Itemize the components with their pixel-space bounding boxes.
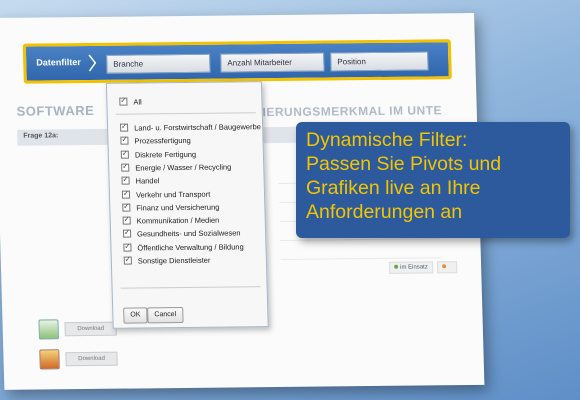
option-all[interactable]: ✓ All: [119, 97, 142, 107]
report-title: SOFTWARE: [16, 102, 95, 119]
download-button[interactable]: Download: [65, 351, 118, 367]
filter-branche-button[interactable]: Branche: [106, 53, 211, 74]
download-button[interactable]: Download: [64, 321, 117, 337]
data-filter-bar: Datenfilter Branche Anzahl Mitarbeiter P…: [22, 39, 452, 84]
option-item[interactable]: ✓ Öffentliche Verwaltung / Bildung: [123, 242, 244, 253]
option-label: All: [133, 97, 142, 107]
legend-dot-icon: [442, 264, 447, 269]
callout-line: Anforderungen an: [306, 201, 463, 223]
option-label: Land- u. Forstwirtschaft / Baugewerbe: [134, 122, 261, 133]
legend-item-2: [436, 261, 458, 274]
callout-line: Passen Sie Pivots und: [306, 153, 502, 175]
option-label: Sonstige Dienstleister: [137, 255, 211, 266]
excel-file-icon: [38, 319, 59, 340]
checkbox-checked-icon: ✓: [121, 163, 130, 172]
option-label: Verkehr und Transport: [135, 189, 211, 199]
legend-dot-icon: [394, 264, 399, 269]
option-item[interactable]: ✓ Verkehr und Transport: [121, 189, 211, 199]
feature-callout: Dynamische Filter: Passen Sie Pivots und…: [296, 122, 570, 238]
option-item[interactable]: ✓ Handel: [121, 176, 160, 186]
filter-position-button[interactable]: Position: [330, 51, 429, 72]
option-item[interactable]: ✓ Land- u. Forstwirtschaft / Baugewerbe: [120, 122, 261, 133]
report-title-right: ZIERUNGSMERKMAL IM UNTE: [254, 103, 443, 120]
option-item[interactable]: ✓ Sonstige Dienstleister: [123, 255, 211, 266]
checkbox-checked-icon: ✓: [119, 97, 128, 106]
checkbox-checked-icon: ✓: [123, 243, 132, 252]
cancel-button[interactable]: Cancel: [147, 306, 184, 324]
option-label: Öffentliche Verwaltung / Bildung: [137, 242, 244, 253]
option-label: Diskrete Fertigung: [134, 149, 197, 160]
callout-line: Dynamische Filter:: [306, 129, 468, 151]
option-label: Gesundheits- und Sozialwesen: [136, 228, 241, 239]
option-item[interactable]: ✓ Prozessfertigung: [120, 136, 191, 146]
checkbox-checked-icon: ✓: [122, 229, 132, 239]
checkbox-checked-icon: ✓: [122, 216, 131, 225]
checkbox-checked-icon: ✓: [121, 190, 131, 199]
option-label: Energie / Wasser / Recycling: [135, 162, 232, 173]
checkbox-checked-icon: ✓: [120, 136, 129, 145]
legend-item-im-einsatz: im Einsatz: [388, 261, 434, 274]
checkbox-checked-icon: ✓: [122, 203, 131, 212]
ok-button[interactable]: OK: [123, 307, 148, 324]
checkbox-checked-icon: ✓: [123, 256, 132, 265]
divider: [115, 112, 256, 115]
question-label: Frage 12a:: [23, 132, 59, 140]
option-label: Prozessfertigung: [134, 136, 191, 146]
option-label: Handel: [135, 176, 160, 186]
branche-filter-dropdown: ✓ All ✓ Land- u. Forstwirtschaft / Baugewe…: [105, 81, 269, 329]
filter-mitarbeiter-button[interactable]: Anzahl Mitarbeiter: [220, 52, 325, 73]
checkbox-checked-icon: ✓: [120, 123, 129, 132]
option-item[interactable]: ✓ Energie / Wasser / Recycling: [121, 162, 231, 172]
chart-file-icon: [39, 349, 60, 370]
option-label: Kommunikation / Medien: [136, 215, 220, 226]
download-row: Download: [39, 347, 130, 372]
divider: [120, 286, 261, 289]
option-item[interactable]: ✓ Gesundheits- und Sozialwesen: [122, 228, 241, 239]
option-item[interactable]: ✓ Kommunikation / Medien: [122, 215, 220, 226]
data-filter-label: Datenfilter: [36, 57, 81, 68]
legend-label: im Einsatz: [400, 264, 428, 271]
callout-line: Grafiken live an Ihre: [306, 177, 481, 199]
option-label: Finanz und Versicherung: [136, 202, 220, 213]
checkbox-checked-icon: ✓: [120, 150, 129, 159]
option-item[interactable]: ✓ Diskrete Fertigung: [120, 149, 197, 160]
option-item[interactable]: ✓ Finanz und Versicherung: [122, 202, 219, 212]
chevron-right-icon: [88, 54, 97, 72]
checkbox-checked-icon: ✓: [121, 176, 130, 185]
